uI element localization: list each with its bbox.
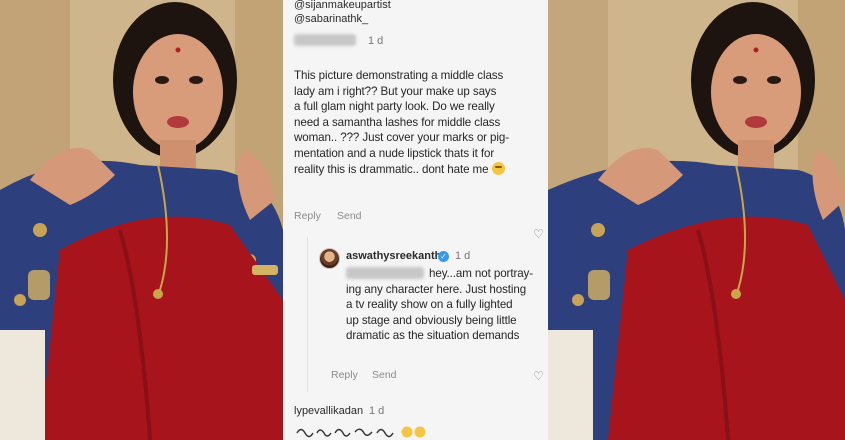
- reply-line: hey...am not portray-: [429, 267, 534, 280]
- reply-body: hey...am not portray- ing any character …: [346, 266, 546, 344]
- reply-line: a tv reality show on a fully lighted: [346, 298, 513, 312]
- comment-line: mentation and a nude lipstick thats it f…: [294, 146, 495, 160]
- avatar[interactable]: [319, 248, 340, 269]
- reply-line: dramatic as the situation demands: [346, 329, 520, 343]
- woman-in-red-saree-image: [0, 0, 283, 440]
- verified-badge-icon: ✓: [438, 251, 449, 262]
- mention-sijanmakeupartist[interactable]: @sijanmakeupartist: [294, 0, 391, 12]
- comment-line: woman.. ??? Just cover your marks or pig…: [294, 131, 509, 145]
- third-comment-time: 1 d: [369, 405, 385, 417]
- blurred-username: [294, 34, 356, 46]
- comment-line: a full glam night party look. Do we real…: [294, 100, 495, 114]
- reply-line: ing any character here. Just hosting: [346, 282, 527, 296]
- reply-button[interactable]: Reply: [294, 210, 321, 222]
- comment-line: reality this is drammatic.. dont hate me: [294, 161, 509, 178]
- woman-in-red-saree-image: [548, 0, 845, 440]
- like-heart-icon[interactable]: ♡: [533, 370, 545, 382]
- comment-line: This picture demonstrating a middle clas…: [294, 69, 504, 82]
- comment-line-text: reality this is drammatic.. dont hate me: [294, 162, 489, 176]
- reply-line: up stage and obviously being little: [346, 313, 517, 327]
- reply-time: 1 d: [455, 250, 471, 262]
- comment-line: need a samantha lashes for middle class: [294, 115, 501, 129]
- reply-username[interactable]: aswathysreekanth: [346, 250, 441, 262]
- comment-time: 1 d: [368, 35, 384, 47]
- reply-button[interactable]: Reply: [331, 369, 358, 381]
- grimacing-face-icon: [491, 161, 505, 175]
- send-button[interactable]: Send: [372, 369, 397, 381]
- comment-body: This picture demonstrating a middle clas…: [294, 68, 509, 177]
- send-button[interactable]: Send: [337, 210, 362, 222]
- left-photo: [0, 0, 283, 440]
- malayalam-script-text-image: [296, 426, 426, 438]
- third-comment-username[interactable]: lypevallikadan: [294, 405, 363, 417]
- comment-line: lady am i right?? But your make up says: [294, 84, 497, 98]
- mention-sabarinathk[interactable]: @sabarinathk_: [294, 13, 368, 26]
- right-photo: [548, 0, 845, 440]
